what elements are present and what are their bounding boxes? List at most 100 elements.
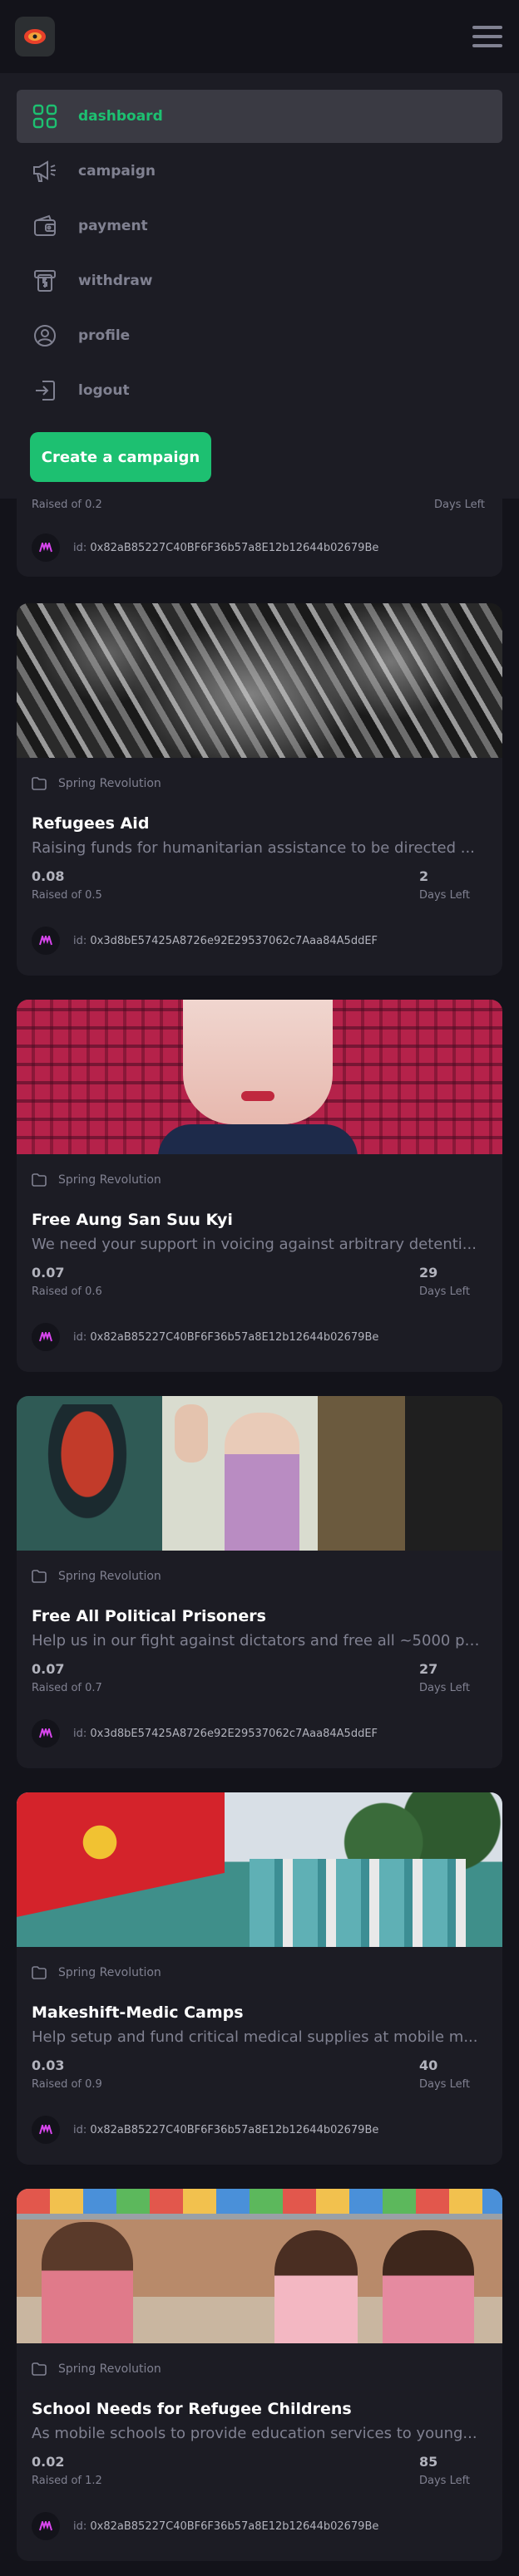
menu-item-label: campaign [78, 163, 156, 179]
amount-collected: 0.08 [32, 868, 65, 884]
raised-label: Raised of 0.2 [32, 499, 102, 511]
campaign-card[interactable]: Spring Revolution School Needs for Refug… [17, 2189, 502, 2561]
user-icon [30, 321, 60, 351]
owner-row: id: 0x3d8bE57425A8726e92E29537062c7Aaa84… [17, 902, 502, 955]
category-label: Spring Revolution [58, 1966, 161, 1979]
stats-row: 0.07 Raised of 0.6 29 Days Left [17, 1253, 502, 1298]
create-campaign-button[interactable]: Create a campaign [30, 432, 211, 482]
stats-row: 0.08 Raised of 0.5 2 Days Left [17, 857, 502, 902]
menu-item-label: profile [78, 327, 131, 344]
folder-icon [32, 1570, 47, 1583]
raised-label: Raised of 0.5 [32, 889, 102, 902]
owner-avatar [32, 927, 60, 955]
owner-id-prefix: id: [73, 1727, 87, 1740]
category-row: Spring Revolution [17, 1947, 502, 1984]
stats-row: 0.03 Raised of 0.9 40 Days Left [17, 2046, 502, 2091]
logout-icon [30, 376, 60, 406]
campaign-card[interactable]: Spring Revolution Free Aung San Suu Kyi … [17, 1000, 502, 1372]
owner-avatar [32, 1323, 60, 1351]
owner-logo-icon [39, 2125, 52, 2135]
folder-icon [32, 1966, 47, 1979]
campaign-card[interactable]: Spring Revolution Free All Political Pri… [17, 1396, 502, 1768]
owner-address: 0x82aB85227C40BF6F36b57a8E12b12644b02679… [90, 2123, 379, 2136]
owner-address: 0x82aB85227C40BF6F36b57a8E12b12644b02679… [90, 541, 379, 554]
days-left-label: Days Left [419, 2078, 471, 2091]
campaign-card[interactable]: Spring Revolution Makeshift-Medic Camps … [17, 1792, 502, 2165]
owner-row: id: 0x82aB85227C40BF6F36b57a8E12b12644b0… [17, 2487, 502, 2540]
menu-item-campaign[interactable]: campaign [17, 145, 502, 198]
category-label: Spring Revolution [58, 777, 161, 790]
owner-id-prefix: id: [73, 2519, 87, 2533]
menu-item-payment[interactable]: payment [17, 199, 502, 253]
campaign-image [17, 603, 502, 758]
days-left-label: Days Left [419, 1286, 471, 1298]
owner-avatar [32, 533, 60, 562]
campaign-image [17, 1792, 502, 1947]
category-row: Spring Revolution [17, 1551, 502, 1587]
campaign-image [17, 1000, 502, 1154]
owner-logo-icon [39, 1728, 52, 1738]
campaign-description: Help us in our fight against dictators a… [32, 1632, 492, 1649]
campaign-description: We need your support in voicing against … [32, 1236, 477, 1253]
owner-row: id: 0x82aB85227C40BF6F36b57a8E12b12644b0… [17, 2091, 502, 2144]
owner-address: 0x82aB85227C40BF6F36b57a8E12b12644b02679… [90, 2519, 379, 2533]
dropdown-menu: dashboard campaign payment withdraw prof… [0, 73, 519, 499]
owner-logo-icon [39, 543, 52, 553]
amount-collected: 0.02 [32, 2454, 65, 2470]
category-row: Spring Revolution [17, 758, 502, 794]
amount-collected: 0.03 [32, 2057, 65, 2073]
menu-item-label: logout [78, 382, 130, 399]
campaign-description: Help setup and fund critical medical sup… [32, 2028, 478, 2046]
owner-address: 0x82aB85227C40BF6F36b57a8E12b12644b02679… [90, 1330, 379, 1344]
raised-label: Raised of 1.2 [32, 2475, 102, 2487]
campaign-card[interactable]: Spring Revolution Refugees Aid Raising f… [17, 603, 502, 976]
category-row: Spring Revolution [17, 2343, 502, 2380]
days-left-value: 29 [419, 1265, 438, 1281]
owner-avatar [32, 2512, 60, 2540]
owner-id-prefix: id: [73, 1330, 87, 1344]
wallet-icon [30, 211, 60, 241]
days-left-label: Days Left [434, 499, 486, 511]
owner-row: id: 0x3d8bE57425A8726e92E29537062c7Aaa84… [17, 1694, 502, 1748]
folder-icon [32, 777, 47, 790]
owner-avatar [32, 2116, 60, 2144]
owner-row: id: 0x82aB85227C40BF6F36b57a8E12b12644b0… [17, 533, 393, 562]
hamburger-menu-button[interactable] [471, 22, 504, 51]
campaign-title: Free All Political Prisoners [32, 1607, 266, 1625]
owner-avatar [32, 1719, 60, 1748]
menu-item-dashboard[interactable]: dashboard [17, 90, 502, 143]
campaign-description: As mobile schools to provide education s… [32, 2425, 477, 2442]
campaign-title: Makeshift-Medic Camps [32, 2003, 244, 2022]
days-left-label: Days Left [419, 2475, 471, 2487]
days-left-value: 40 [419, 2057, 438, 2073]
amount-collected: 0.07 [32, 1661, 65, 1677]
owner-id-prefix: id: [73, 2123, 87, 2136]
days-left-label: Days Left [419, 889, 471, 902]
menu-item-profile[interactable]: profile [17, 309, 502, 362]
owner-row: id: 0x82aB85227C40BF6F36b57a8E12b12644b0… [17, 1298, 502, 1351]
top-navbar [0, 0, 519, 73]
withdraw-icon [30, 266, 60, 296]
raised-label: Raised of 0.9 [32, 2078, 102, 2091]
category-label: Spring Revolution [58, 2362, 161, 2376]
campaign-image [17, 1396, 502, 1551]
days-left-label: Days Left [419, 1682, 471, 1694]
stats-row: 0.02 Raised of 1.2 85 Days Left [17, 2442, 502, 2487]
megaphone-icon [30, 156, 60, 186]
days-left-value: 85 [419, 2454, 438, 2470]
days-left-value: 27 [419, 1661, 438, 1677]
amount-collected: 0.07 [32, 1265, 65, 1281]
menu-item-withdraw[interactable]: withdraw [17, 254, 502, 307]
menu-item-logout[interactable]: logout [17, 364, 502, 417]
app-logo[interactable] [15, 17, 55, 57]
owner-logo-icon [39, 1332, 52, 1342]
category-label: Spring Revolution [58, 1173, 161, 1187]
campaign-title: School Needs for Refugee Childrens [32, 2400, 352, 2418]
menu-item-label: dashboard [78, 108, 163, 125]
campaign-image [17, 2189, 502, 2343]
owner-address: 0x3d8bE57425A8726e92E29537062c7Aaa84A5dd… [90, 1727, 378, 1740]
owner-logo-icon [39, 936, 52, 946]
owner-logo-icon [39, 2521, 52, 2531]
owner-id-prefix: id: [73, 541, 87, 554]
raised-label: Raised of 0.7 [32, 1682, 102, 1694]
